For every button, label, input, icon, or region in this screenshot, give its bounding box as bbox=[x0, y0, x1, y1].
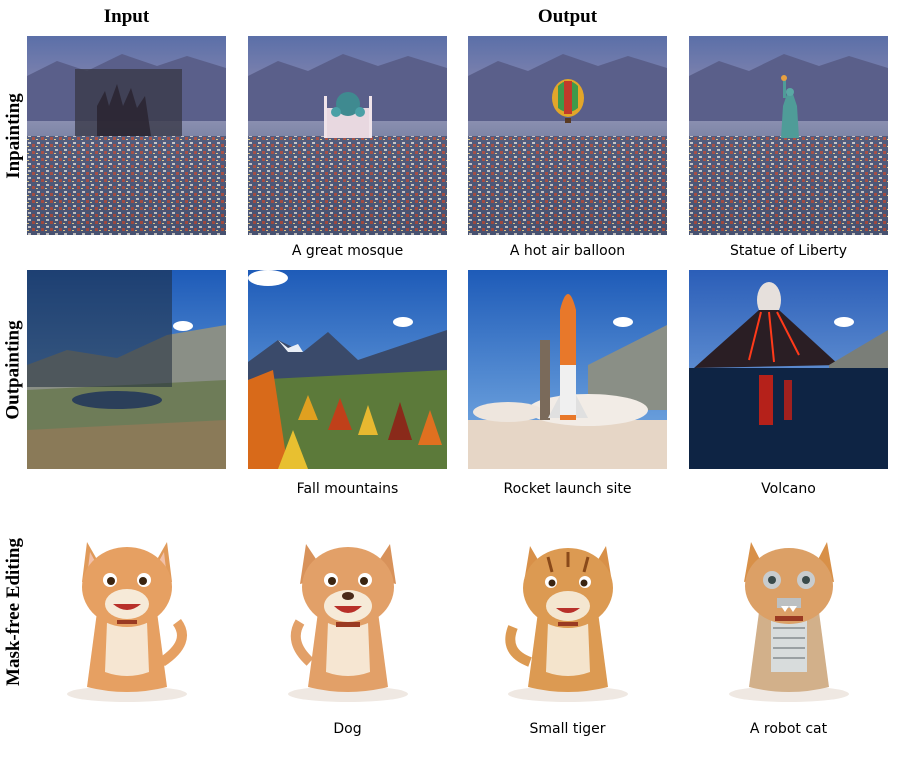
row-label-inpainting: Inpainting bbox=[3, 92, 25, 179]
caption-statue-of-liberty: Statue of Liberty bbox=[729, 243, 848, 259]
caption-volcano: Volcano bbox=[761, 481, 816, 497]
caption-robot-cat: A robot cat bbox=[749, 721, 828, 737]
outpainting-output-volcano-image bbox=[689, 270, 888, 469]
caption-hot-air-balloon: A hot air balloon bbox=[509, 243, 626, 259]
outpainting-output-rocket-image bbox=[468, 270, 667, 469]
outpainting-input-image bbox=[27, 270, 226, 469]
outpainting-output-fall-mountains-image bbox=[248, 270, 447, 469]
editing-input-cat-image bbox=[27, 512, 226, 711]
caption-great-mosque: A great mosque bbox=[291, 243, 404, 259]
inpainting-output-statue-image bbox=[689, 36, 888, 235]
inpainting-output-balloon-image bbox=[468, 36, 667, 235]
editing-output-robot-cat-image bbox=[689, 512, 888, 711]
input-column-header: Input bbox=[103, 6, 150, 27]
caption-small-tiger: Small tiger bbox=[529, 721, 606, 737]
caption-rocket-launch-site: Rocket launch site bbox=[503, 481, 632, 497]
inpainting-output-mosque-image bbox=[248, 36, 447, 235]
caption-dog: Dog bbox=[333, 721, 362, 737]
editing-output-small-tiger-image bbox=[468, 512, 667, 711]
editing-output-dog-image bbox=[248, 512, 447, 711]
row-label-outpainting: Outpainting bbox=[3, 319, 25, 420]
output-column-header: Output bbox=[537, 6, 598, 27]
caption-fall-mountains: Fall mountains bbox=[296, 481, 399, 497]
row-label-mask-free-editing: Mask-free Editing bbox=[3, 537, 25, 686]
inpainting-input-image bbox=[27, 36, 226, 235]
